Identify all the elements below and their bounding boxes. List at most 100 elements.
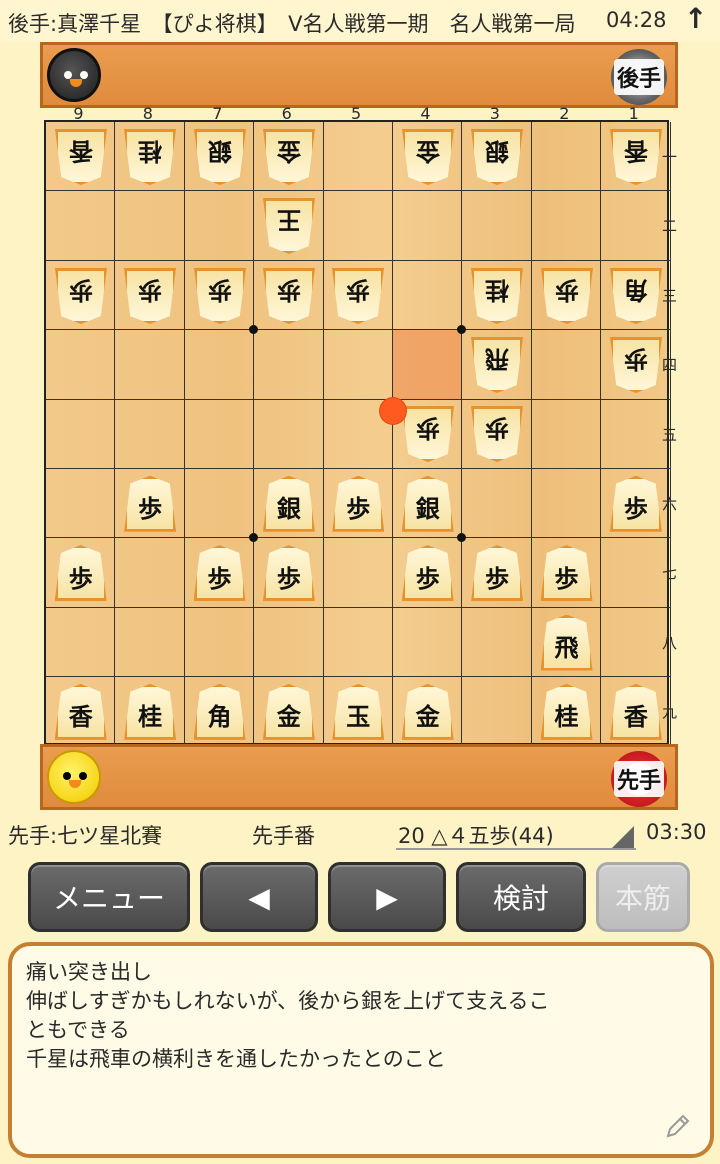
gote-piece[interactable]: 金 <box>259 127 319 187</box>
board-square[interactable] <box>531 122 602 192</box>
sente-piece[interactable]: 香 <box>51 682 111 742</box>
comment-line: 痛い突き出し <box>26 960 152 984</box>
gote-piece[interactable]: 歩 <box>328 266 388 326</box>
sente-piece[interactable]: 歩 <box>537 543 597 603</box>
comment-line: ともできる <box>26 1018 130 1042</box>
board-square[interactable] <box>115 538 185 608</box>
rank-label: 五 <box>662 425 678 444</box>
gote-piece[interactable]: 香 <box>51 127 111 187</box>
sente-avatar <box>47 750 101 804</box>
last-move-marker <box>380 397 406 424</box>
board-square[interactable] <box>115 191 185 261</box>
sente-piece[interactable]: 歩 <box>328 474 388 534</box>
board-square[interactable] <box>323 122 393 192</box>
board-square[interactable] <box>184 607 255 678</box>
board-square[interactable] <box>462 469 532 539</box>
gote-piece[interactable]: 桂 <box>467 266 527 326</box>
gote-badge-label: 後手 <box>613 59 664 95</box>
board-square[interactable] <box>393 191 463 261</box>
sente-piece[interactable]: 歩 <box>259 543 319 603</box>
board-square[interactable] <box>462 607 532 678</box>
gote-piece[interactable]: 角 <box>606 266 666 326</box>
gote-piece[interactable]: 歩 <box>259 266 319 326</box>
comment-box[interactable]: 痛い突き出し 伸ばしすぎかもしれないが、後から銀を上げて支えるこ ともできる 千… <box>8 942 714 1158</box>
board-square[interactable] <box>323 607 393 678</box>
sente-piece[interactable]: 歩 <box>398 543 458 603</box>
gote-piece[interactable]: 飛 <box>467 335 527 395</box>
analyze-button[interactable]: 検討 <box>456 862 586 932</box>
board-square[interactable] <box>46 399 116 469</box>
rank-label: 三 <box>662 286 678 305</box>
sente-piece[interactable]: 桂 <box>537 682 597 742</box>
sente-piece[interactable]: 金 <box>398 682 458 742</box>
gote-piece[interactable]: 歩 <box>190 266 250 326</box>
board-square[interactable] <box>184 191 255 261</box>
board-square[interactable] <box>531 399 602 469</box>
board-square[interactable] <box>531 469 602 539</box>
board-square[interactable] <box>393 260 463 331</box>
next-move-button[interactable]: ▶ <box>328 862 446 932</box>
last-move-label[interactable]: 20 △４五歩(44) <box>398 820 554 850</box>
board-square[interactable] <box>115 399 185 469</box>
gote-piece-stand[interactable]: 後手 <box>40 42 678 108</box>
board-square[interactable] <box>254 607 324 678</box>
board-square[interactable] <box>46 469 116 539</box>
gote-piece[interactable]: 桂 <box>120 127 180 187</box>
sente-piece[interactable]: 歩 <box>51 543 111 603</box>
sente-piece[interactable]: 銀 <box>398 474 458 534</box>
gote-piece[interactable]: 歩 <box>120 266 180 326</box>
sente-piece[interactable]: 歩 <box>190 543 250 603</box>
gote-piece[interactable]: 歩 <box>467 404 527 464</box>
board-square[interactable] <box>46 330 116 400</box>
board-square[interactable] <box>184 399 255 469</box>
board-square[interactable] <box>254 399 324 469</box>
sente-piece-stand[interactable]: 先手 <box>40 744 678 810</box>
rank-label: 八 <box>662 633 678 652</box>
sente-piece[interactable]: 歩 <box>606 474 666 534</box>
gote-piece[interactable]: 銀 <box>190 127 250 187</box>
scroll-up-arrow-icon[interactable]: ↑ <box>684 2 707 35</box>
board-square[interactable] <box>184 469 255 539</box>
board-square[interactable] <box>184 330 255 400</box>
gote-piece[interactable]: 歩 <box>51 266 111 326</box>
sente-piece[interactable]: 歩 <box>120 474 180 534</box>
board-square[interactable] <box>323 330 393 400</box>
board-square[interactable] <box>254 330 324 400</box>
gote-piece[interactable]: 歩 <box>537 266 597 326</box>
sente-piece[interactable]: 香 <box>606 682 666 742</box>
board-square[interactable] <box>46 607 116 678</box>
highlighted-square[interactable] <box>393 330 463 400</box>
sente-piece[interactable]: 銀 <box>259 474 319 534</box>
gote-piece[interactable]: 歩 <box>606 335 666 395</box>
sente-piece[interactable]: 玉 <box>328 682 388 742</box>
sente-piece[interactable]: 桂 <box>120 682 180 742</box>
sente-piece[interactable]: 角 <box>190 682 250 742</box>
board-square[interactable] <box>393 607 463 678</box>
board-square[interactable] <box>531 191 602 261</box>
gote-piece[interactable]: 金 <box>398 127 458 187</box>
sente-piece[interactable]: 歩 <box>467 543 527 603</box>
gote-piece[interactable]: 歩 <box>398 404 458 464</box>
board-square[interactable] <box>323 191 393 261</box>
gote-piece[interactable]: 香 <box>606 127 666 187</box>
menu-button[interactable]: メニュー <box>28 862 190 932</box>
move-selector-underline <box>396 848 636 850</box>
rank-label: 四 <box>662 356 678 375</box>
move-dropdown-icon[interactable] <box>612 826 634 848</box>
turn-indicator: 先手番 <box>252 824 315 848</box>
shogi-board[interactable]: 香桂銀金金銀香王歩歩歩歩歩桂歩角飛歩歩歩歩銀歩銀歩歩歩歩歩歩歩飛香桂角金玉金桂香 <box>44 120 671 747</box>
gote-piece[interactable]: 王 <box>259 196 319 256</box>
edit-pencil-icon[interactable] <box>664 1112 692 1140</box>
game-title: 後手:真澤千星 【ぴよ将棋】 V名人戦第一期 名人戦第一局 <box>8 12 576 36</box>
prev-move-button[interactable]: ◀ <box>200 862 318 932</box>
gote-piece[interactable]: 銀 <box>467 127 527 187</box>
board-square[interactable] <box>115 330 185 400</box>
sente-piece[interactable]: 金 <box>259 682 319 742</box>
board-square[interactable] <box>115 607 185 678</box>
board-square[interactable] <box>462 677 532 747</box>
board-square[interactable] <box>323 538 393 608</box>
sente-piece[interactable]: 飛 <box>537 613 597 673</box>
board-square[interactable] <box>46 191 116 261</box>
board-square[interactable] <box>462 191 532 261</box>
board-square[interactable] <box>531 330 602 400</box>
